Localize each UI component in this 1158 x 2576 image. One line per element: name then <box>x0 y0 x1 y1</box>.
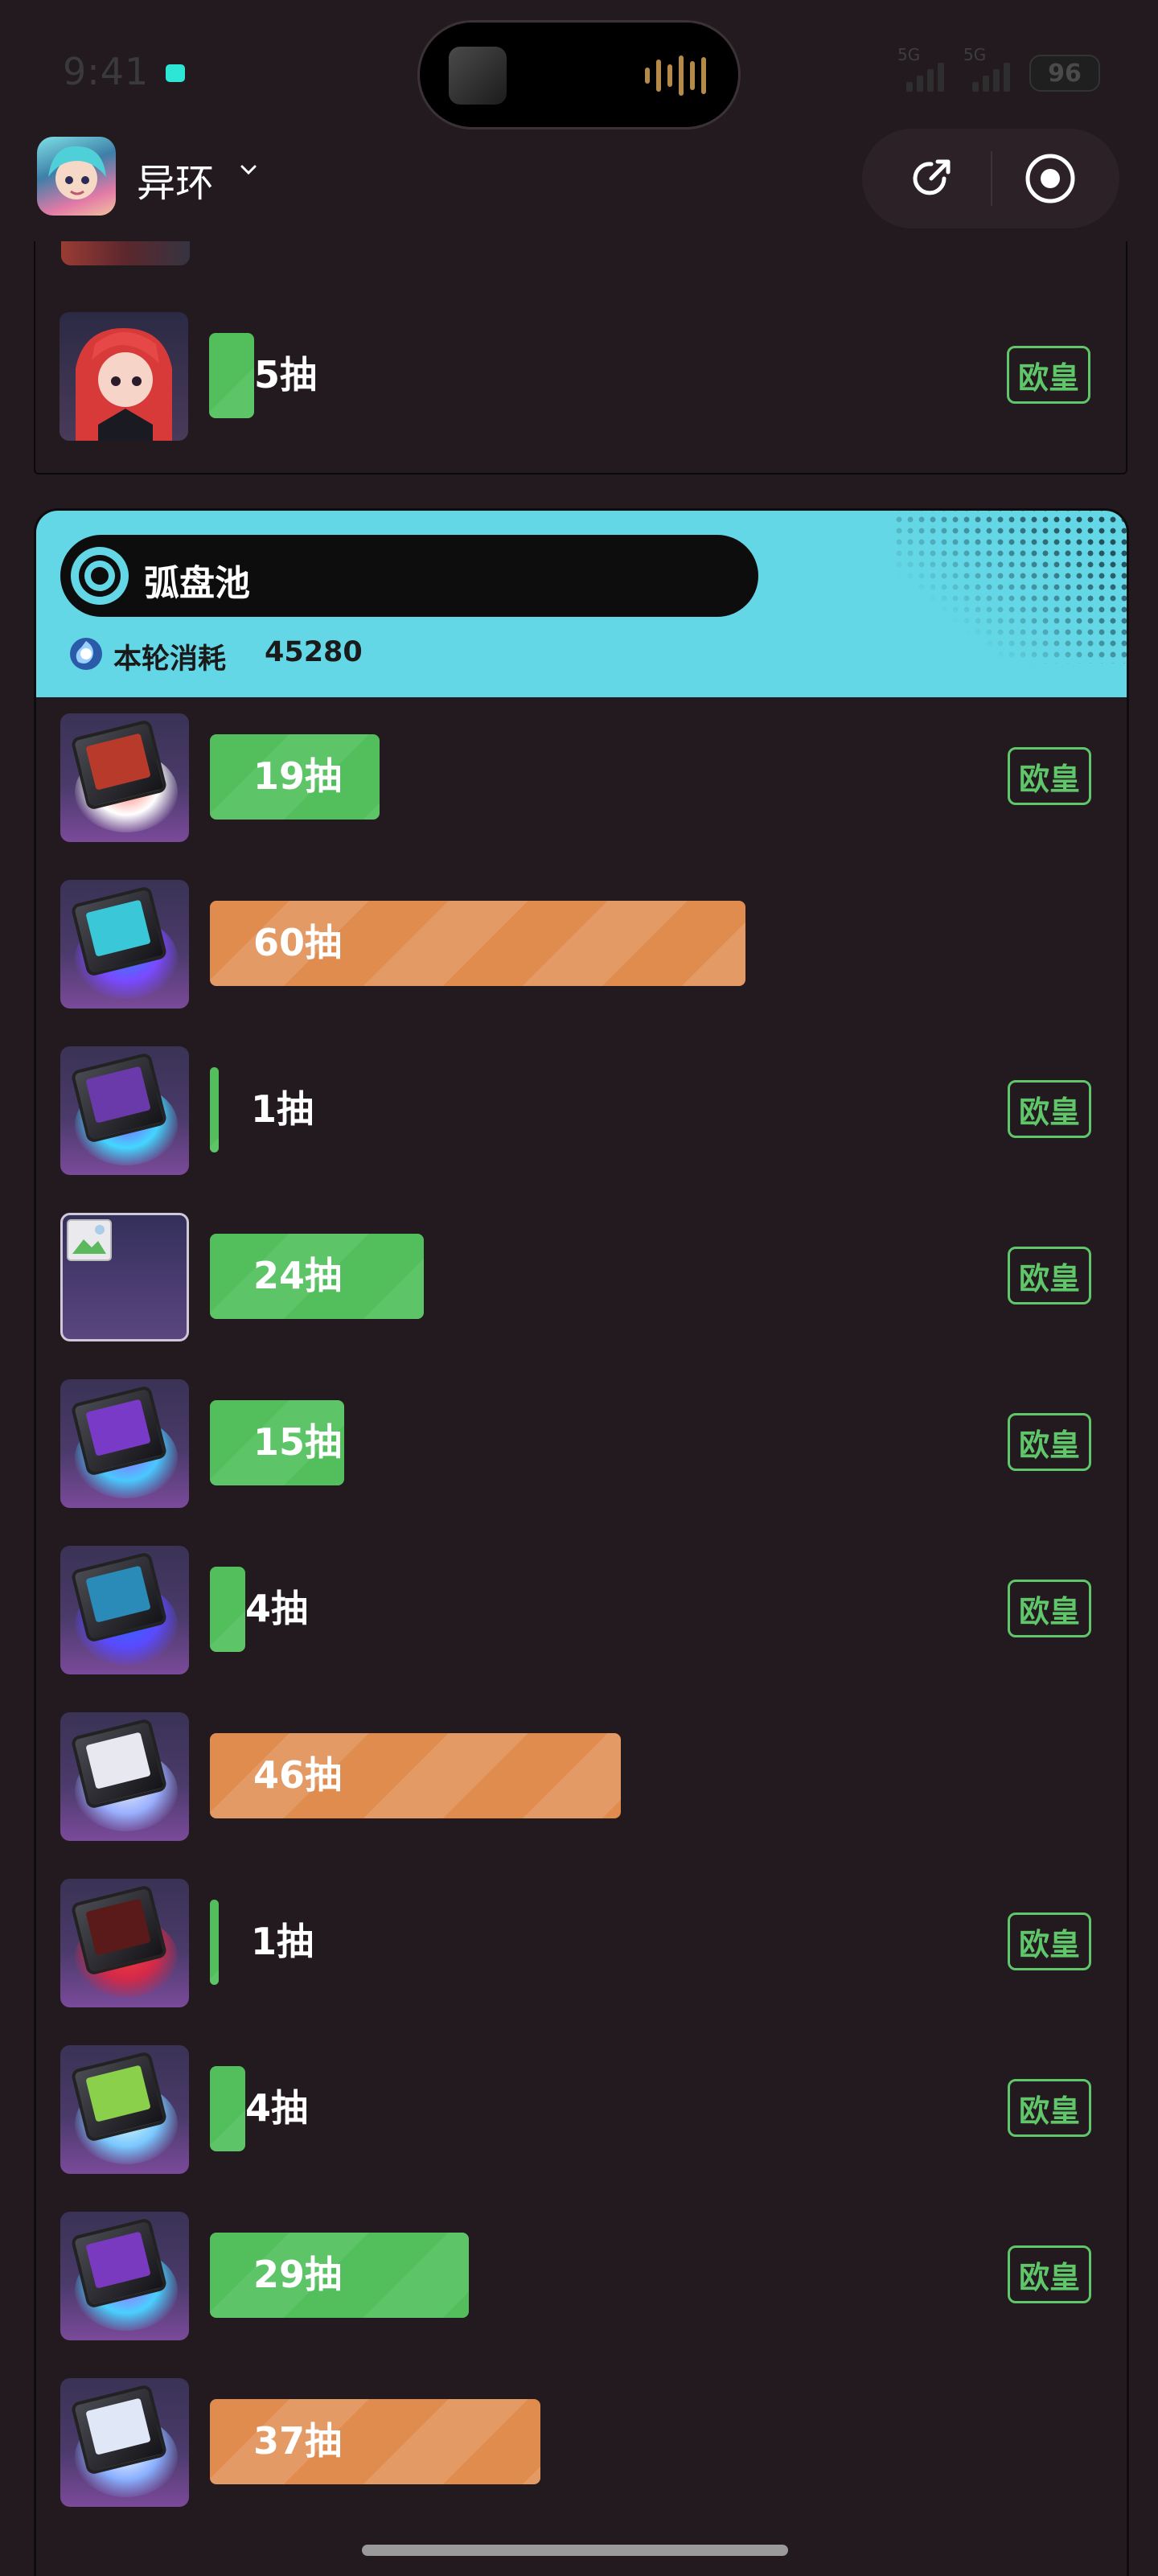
app-header: 异环 <box>0 129 1158 228</box>
pull-count-bar <box>210 1567 245 1652</box>
pool-target-icon <box>71 547 129 605</box>
item-thumbnail <box>60 1712 189 1841</box>
pool-name: 弧盘池 <box>144 563 250 604</box>
pull-count-bar <box>209 333 254 418</box>
item-thumbnail <box>60 1879 189 2007</box>
lucky-badge: 欧皇 <box>1008 2245 1091 2303</box>
pull-count-bar <box>210 1900 219 1985</box>
pull-count-bar <box>210 1067 219 1152</box>
app-avatar[interactable] <box>37 137 116 216</box>
lucky-badge: 欧皇 <box>1008 1080 1091 1138</box>
item-thumbnail <box>60 1046 189 1175</box>
lucky-badge: 欧皇 <box>1008 1912 1091 1970</box>
lucky-badge: 欧皇 <box>1008 2079 1091 2137</box>
pull-count-label: 37抽 <box>253 2419 343 2463</box>
share-icon[interactable] <box>904 151 959 206</box>
capsule-divider <box>991 151 992 206</box>
lucky-badge: 欧皇 <box>1008 747 1091 805</box>
halftone-decoration <box>893 511 1127 664</box>
pool-header: 弧盘池 本轮消耗 45280 <box>36 511 1127 697</box>
lucky-badge: 欧皇 <box>1008 1247 1091 1304</box>
app-activity-icon <box>166 64 185 82</box>
lucky-badge: 欧皇 <box>1007 346 1090 404</box>
spend-label: 本轮消耗 <box>113 643 227 676</box>
media-thumbnail <box>449 47 507 105</box>
status-indicators: 5G 5G 96 <box>897 45 1100 92</box>
app-name[interactable]: 异环 <box>137 151 214 207</box>
broken-image-icon <box>60 1213 189 1341</box>
pull-count-label: 1抽 <box>251 1920 314 1963</box>
item-thumbnail <box>60 1379 189 1508</box>
pull-count-label: 29抽 <box>253 2253 343 2296</box>
pull-count-label: 15抽 <box>253 1420 343 1464</box>
pull-count-bar <box>210 2066 245 2151</box>
item-thumbnail <box>60 713 189 842</box>
pool-card: 弧盘池 本轮消耗 45280 19抽 欧皇 60抽 1抽 欧皇 24抽 欧皇 15抽 欧皇 4抽欧… <box>34 508 1129 2576</box>
list-item[interactable]: 5抽 欧皇 <box>35 312 1126 442</box>
item-thumbnail <box>60 880 189 1009</box>
list-item[interactable]: 37抽 <box>36 2378 1127 2508</box>
list-item[interactable]: 4抽 欧皇 <box>36 1546 1127 1676</box>
target-icon[interactable] <box>1023 151 1078 206</box>
currency-icon <box>70 638 102 670</box>
item-thumbnail <box>60 2378 189 2507</box>
pull-count-label: 4抽 <box>245 1587 309 1630</box>
battery-indicator: 96 <box>1029 55 1100 92</box>
lucky-badge: 欧皇 <box>1008 1580 1091 1637</box>
audio-wave-icon <box>645 55 706 97</box>
list-item[interactable]: 1抽 欧皇 <box>36 1879 1127 2009</box>
list-item[interactable]: 60抽 <box>36 880 1127 1010</box>
pull-count-label: 19抽 <box>253 754 343 798</box>
list-item[interactable]: 46抽 <box>36 1712 1127 1843</box>
pull-count-label: 1抽 <box>251 1087 314 1131</box>
chevron-down-icon[interactable] <box>240 161 257 179</box>
home-indicator[interactable] <box>362 2545 788 2556</box>
list-item[interactable]: 24抽 欧皇 <box>36 1213 1127 1343</box>
cropped-thumbnail <box>61 241 209 265</box>
mini-program-capsule <box>862 129 1119 228</box>
lucky-badge: 欧皇 <box>1008 1413 1091 1471</box>
spend-value: 45280 <box>265 636 363 668</box>
pull-count-label: 24抽 <box>253 1254 343 1297</box>
cellular-signal-icon: 5G <box>963 45 1010 92</box>
item-thumbnail <box>60 1546 189 1674</box>
pull-count-label: 46抽 <box>253 1753 343 1797</box>
pull-count-label: 60抽 <box>253 921 343 964</box>
cellular-signal-icon: 5G <box>897 45 944 92</box>
previous-pool-card: 5抽 欧皇 <box>34 241 1127 475</box>
list-item[interactable]: 1抽 欧皇 <box>36 1046 1127 1177</box>
status-time: 9:41 <box>63 50 150 93</box>
list-item[interactable]: 4抽 欧皇 <box>36 2045 1127 2175</box>
list-item[interactable]: 19抽 欧皇 <box>36 713 1127 844</box>
item-thumbnail <box>60 2045 189 2174</box>
list-item[interactable]: 29抽 欧皇 <box>36 2212 1127 2342</box>
pool-title-pill: 弧盘池 <box>60 535 758 617</box>
list-item[interactable]: 15抽 欧皇 <box>36 1379 1127 1510</box>
pull-count-label: 4抽 <box>245 2086 309 2130</box>
character-portrait <box>60 312 188 441</box>
item-thumbnail <box>60 2212 189 2340</box>
pull-count-label: 5抽 <box>254 353 318 396</box>
dynamic-island[interactable] <box>420 23 738 127</box>
